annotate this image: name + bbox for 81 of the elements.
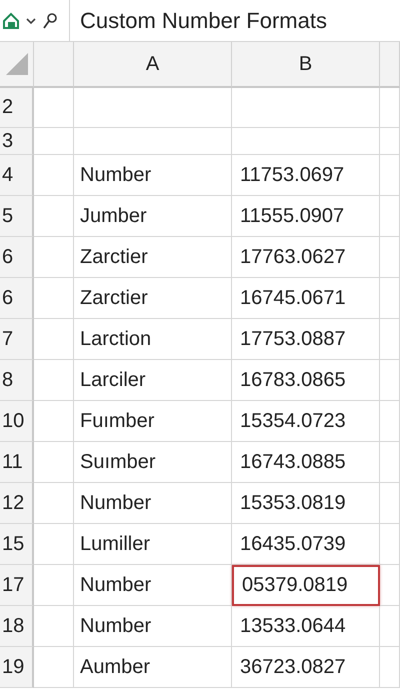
table-cell [34, 360, 74, 401]
table-cell [34, 524, 74, 565]
row-header[interactable]: 4 [0, 155, 34, 196]
table-cell[interactable]: 11753.0697 [232, 155, 380, 196]
table-cell [380, 524, 400, 565]
table-cell[interactable]: 15353.0819 [232, 483, 380, 524]
table-cell [34, 319, 74, 360]
table-cell [380, 278, 400, 319]
row-header[interactable]: 19 [0, 647, 34, 688]
table-cell [34, 88, 74, 128]
row-header[interactable]: 15 [0, 524, 34, 565]
table-cell: Number [74, 155, 232, 196]
row-header[interactable]: 5 [0, 196, 34, 237]
table-cell [34, 196, 74, 237]
table-cell[interactable]: 16435.0739 [232, 524, 380, 565]
table-cell [380, 483, 400, 524]
table-cell: Lumiller [74, 524, 232, 565]
table-cell [380, 442, 400, 483]
table-cell[interactable]: 11555.0907 [232, 196, 380, 237]
table-cell [34, 155, 74, 196]
formula-field[interactable]: Custom Number Formats [70, 8, 327, 34]
table-cell[interactable] [232, 88, 380, 128]
table-cell [380, 128, 400, 155]
table-cell: Zarctier [74, 237, 232, 278]
table-cell: Zarctier [74, 278, 232, 319]
table-cell: Larciler [74, 360, 232, 401]
table-cell [380, 88, 400, 128]
row-header[interactable]: 3 [0, 128, 34, 155]
table-cell [34, 483, 74, 524]
row-header[interactable]: 8 [0, 360, 34, 401]
table-cell [380, 565, 400, 606]
table-cell: Jumber [74, 196, 232, 237]
table-cell [380, 196, 400, 237]
table-cell: Larction [74, 319, 232, 360]
table-cell [380, 319, 400, 360]
table-cell [380, 401, 400, 442]
row-header[interactable]: 10 [0, 401, 34, 442]
table-cell [34, 237, 74, 278]
column-header[interactable] [34, 42, 74, 88]
table-cell[interactable]: 17753.0887 [232, 319, 380, 360]
caret-icon[interactable] [26, 16, 36, 24]
row-header[interactable]: 6 [0, 237, 34, 278]
table-cell: Aumber [74, 647, 232, 688]
table-cell [34, 401, 74, 442]
table-cell: Number [74, 565, 232, 606]
table-cell[interactable]: 16783.0865 [232, 360, 380, 401]
table-cell [34, 565, 74, 606]
column-header[interactable]: A [74, 42, 232, 88]
table-cell [380, 237, 400, 278]
table-cell: Suımber [74, 442, 232, 483]
column-header[interactable]: B [232, 42, 380, 88]
row-header[interactable]: 6 [0, 278, 34, 319]
table-cell[interactable]: 05379.0819 [232, 565, 380, 606]
home-icon[interactable] [2, 12, 20, 30]
table-cell[interactable]: 15354.0723 [232, 401, 380, 442]
table-cell: Fuımber [74, 401, 232, 442]
table-cell[interactable]: 16745.0671 [232, 278, 380, 319]
table-cell[interactable]: 17763.0627 [232, 237, 380, 278]
row-header[interactable]: 18 [0, 606, 34, 647]
table-cell [380, 155, 400, 196]
row-header[interactable]: 17 [0, 565, 34, 606]
table-cell[interactable]: 36723.0827 [232, 647, 380, 688]
row-header[interactable]: 12 [0, 483, 34, 524]
table-cell[interactable] [232, 128, 380, 155]
row-header[interactable]: 7 [0, 319, 34, 360]
table-cell [34, 606, 74, 647]
table-cell: Number [74, 606, 232, 647]
select-all-icon[interactable] [6, 53, 28, 75]
row-header[interactable]: 2 [0, 88, 34, 128]
table-cell [34, 128, 74, 155]
table-cell [380, 606, 400, 647]
table-cell [34, 647, 74, 688]
table-cell [380, 647, 400, 688]
row-header[interactable]: 11 [0, 442, 34, 483]
table-cell[interactable]: 13533.0644 [232, 606, 380, 647]
column-header[interactable] [380, 42, 400, 88]
table-cell [380, 360, 400, 401]
table-cell: Number [74, 483, 232, 524]
table-cell[interactable]: 16743.0885 [232, 442, 380, 483]
table-cell [34, 278, 74, 319]
table-cell [34, 442, 74, 483]
